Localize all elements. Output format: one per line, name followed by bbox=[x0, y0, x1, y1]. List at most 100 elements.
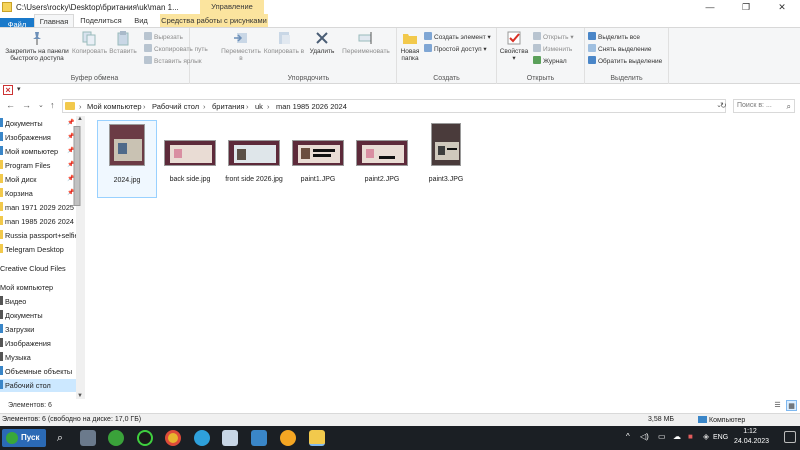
sidebar-item-desktop[interactable]: Рабочий стол bbox=[0, 379, 76, 392]
tab-picture-tools[interactable]: Средства работы с рисунками bbox=[160, 14, 268, 27]
cut-button[interactable]: Вырезать bbox=[144, 32, 183, 42]
invert-selection-button[interactable]: Обратить выделение bbox=[588, 56, 662, 66]
sidebar-item-documents[interactable]: Документы bbox=[0, 309, 43, 322]
network-icon[interactable]: ▭ bbox=[658, 432, 666, 441]
new-folder-button[interactable]: Новая папка bbox=[397, 30, 423, 62]
sidebar-item-downloads[interactable]: Загрузки bbox=[0, 323, 34, 336]
breadcrumb-current[interactable]: man 1985 2026 2024 bbox=[276, 102, 347, 111]
easy-access-button[interactable]: Простой доступ ▾ bbox=[424, 44, 487, 54]
select-none-button[interactable]: Снять выделение bbox=[588, 44, 652, 54]
recent-dropdown-icon[interactable]: ⌄ bbox=[38, 101, 44, 109]
breadcrumb-my-computer[interactable]: Мой компьютер bbox=[87, 102, 142, 111]
scroll-up-icon[interactable]: ▲ bbox=[77, 116, 83, 122]
forward-arrow-icon[interactable]: → bbox=[22, 100, 31, 110]
folder-icon bbox=[0, 202, 3, 211]
onedrive-icon[interactable]: ☁ bbox=[673, 432, 681, 441]
file-item[interactable]: paint1.JPG bbox=[288, 120, 348, 198]
close-button[interactable]: ✕ bbox=[764, 0, 800, 14]
quick-access-folder-icon[interactable] bbox=[2, 2, 12, 12]
paste-shortcut-button[interactable]: Вставить ярлык bbox=[144, 56, 202, 66]
new-item-button[interactable]: Создать элемент ▾ bbox=[424, 32, 491, 42]
paste-button[interactable]: Вставить bbox=[108, 30, 138, 55]
file-item[interactable]: back side.jpg bbox=[160, 120, 220, 198]
refresh-icon[interactable]: ↻ bbox=[720, 101, 727, 110]
volume-icon[interactable]: ◁) bbox=[640, 432, 649, 441]
sidebar-item-my-drive[interactable]: Мой диск 📌 bbox=[0, 173, 74, 186]
move-to-button[interactable]: Переместить в bbox=[221, 30, 261, 62]
sidebar-item-recycle-bin[interactable]: Корзина 📌 bbox=[0, 187, 74, 200]
quick-access-dropdown[interactable]: ▾ bbox=[17, 85, 21, 93]
copy-path-button[interactable]: Скопировать путь bbox=[144, 44, 208, 54]
sidebar-item-music[interactable]: Музыка bbox=[0, 351, 31, 364]
copy-button[interactable]: Копировать bbox=[72, 30, 107, 55]
tab-view[interactable]: Вид bbox=[130, 14, 152, 27]
app-tray-icon[interactable]: ◈ bbox=[703, 432, 709, 441]
file-item[interactable]: front side 2026.jpg bbox=[224, 120, 284, 198]
group-label-organize: Упорядочить bbox=[287, 75, 330, 82]
status-bar: Элементов: 6 ☰ ▦ bbox=[0, 399, 800, 413]
pin-button[interactable]: Закрепить на панели быстрого доступа bbox=[2, 30, 72, 62]
app-icon[interactable] bbox=[280, 430, 296, 446]
task-view-icon[interactable] bbox=[80, 430, 96, 446]
antivirus-icon[interactable]: ■ bbox=[688, 432, 693, 441]
sidebar-item-folder[interactable]: Telegram Desktop bbox=[0, 243, 64, 256]
scissors-icon bbox=[144, 32, 152, 40]
details-view-icon[interactable]: ☰ bbox=[772, 400, 783, 411]
address-bar[interactable]: › Мой компьютер › Рабочий стол › британи… bbox=[62, 99, 726, 113]
open-button[interactable]: Открыть ▾ bbox=[533, 32, 574, 42]
up-arrow-icon[interactable]: ↑ bbox=[50, 100, 55, 110]
start-button[interactable]: Пуск bbox=[2, 429, 46, 447]
utorrent-icon[interactable] bbox=[108, 430, 124, 446]
chrome-icon[interactable] bbox=[165, 430, 181, 446]
tab-share[interactable]: Поделиться bbox=[78, 14, 124, 27]
language-indicator[interactable]: ENG bbox=[713, 434, 728, 441]
clock[interactable]: 1:12 24.04.2023 bbox=[734, 427, 769, 447]
copy-to-button[interactable]: Копировать в bbox=[263, 30, 305, 55]
paint-icon[interactable] bbox=[251, 430, 267, 446]
search-icon[interactable]: ⌕ bbox=[52, 430, 68, 446]
sidebar-item-pictures[interactable]: Изображения 📌 bbox=[0, 131, 74, 144]
large-icons-view-icon[interactable]: ▦ bbox=[786, 400, 797, 411]
file-explorer-icon[interactable] bbox=[309, 430, 325, 446]
sidebar-item-3d-objects[interactable]: Объемные объекты bbox=[0, 365, 72, 378]
breadcrumb-uk[interactable]: uk bbox=[255, 102, 263, 111]
app-icon[interactable] bbox=[137, 430, 153, 446]
telegram-icon[interactable] bbox=[194, 430, 210, 446]
select-all-button[interactable]: Выделить все bbox=[588, 32, 640, 42]
sidebar-item-pictures[interactable]: Изображения bbox=[0, 337, 51, 350]
clock-time: 1:12 bbox=[743, 428, 757, 435]
file-item[interactable]: paint2.JPG bbox=[352, 120, 412, 198]
delete-button[interactable]: Удалить bbox=[307, 30, 337, 55]
file-name: paint1.JPG bbox=[300, 176, 336, 183]
group-label-create: Создать bbox=[433, 75, 460, 82]
breadcrumb-britain[interactable]: британия bbox=[212, 102, 245, 111]
history-button[interactable]: Журнал bbox=[533, 56, 567, 66]
edit-button[interactable]: Изменить bbox=[533, 44, 572, 54]
show-hidden-icons-icon[interactable]: ^ bbox=[626, 432, 630, 441]
file-item[interactable]: paint3.JPG bbox=[416, 120, 476, 198]
minimize-button[interactable]: — bbox=[692, 0, 728, 14]
start-logo-icon bbox=[6, 432, 18, 444]
file-item[interactable]: 2024.jpg bbox=[97, 120, 157, 198]
sidebar-item-computer-pinned[interactable]: Мой компьютер 📌 bbox=[0, 145, 74, 158]
properties-button[interactable]: Свойства ▾ bbox=[499, 30, 529, 62]
sidebar-item-folder[interactable]: man 1985 2026 2024 bbox=[0, 215, 74, 228]
sidebar-item-documents[interactable]: Документы 📌 bbox=[0, 117, 74, 130]
maximize-button[interactable]: ❐ bbox=[728, 0, 764, 14]
tab-home[interactable]: Главная bbox=[34, 14, 74, 27]
sidebar-item-creative-cloud[interactable]: Creative Cloud Files bbox=[0, 262, 66, 275]
sidebar-item-my-computer[interactable]: Мой компьютер bbox=[0, 281, 53, 294]
notepad-icon[interactable] bbox=[222, 430, 238, 446]
sidebar-item-folder[interactable]: Russia passport+selfie bbox=[0, 229, 79, 242]
breadcrumb-desktop[interactable]: Рабочий стол bbox=[152, 102, 199, 111]
scrollbar-thumb[interactable] bbox=[73, 126, 81, 206]
notifications-icon[interactable] bbox=[784, 431, 796, 443]
close-red-icon[interactable]: × bbox=[3, 85, 13, 95]
rename-button[interactable]: Переименовать bbox=[339, 30, 393, 55]
back-arrow-icon[interactable]: ← bbox=[6, 100, 15, 110]
sidebar-scrollbar[interactable]: ▲ ▼ bbox=[73, 116, 85, 399]
sidebar-item-program-files[interactable]: Program Files 📌 bbox=[0, 159, 74, 172]
search-input[interactable]: Поиск в: ... ⌕ bbox=[733, 99, 795, 113]
sidebar-item-videos[interactable]: Видео bbox=[0, 295, 26, 308]
sidebar-item-folder[interactable]: man 1971 2029 2025 bbox=[0, 201, 74, 214]
